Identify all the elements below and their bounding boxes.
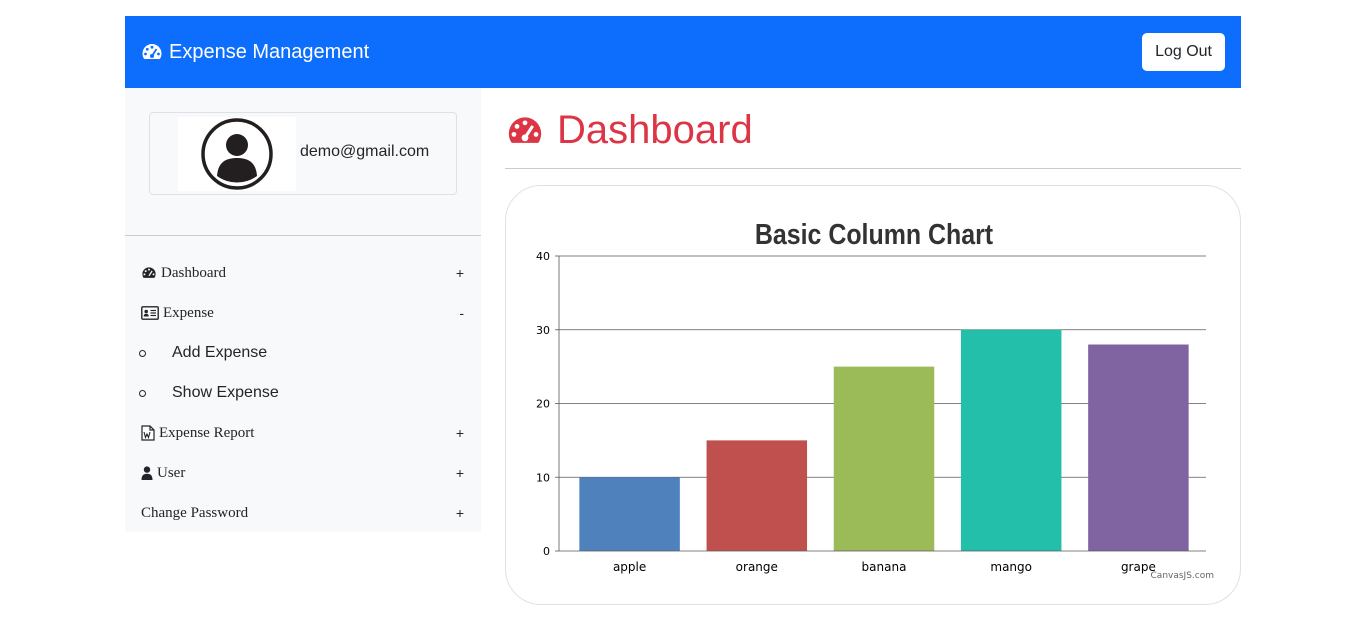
expand-toggle[interactable]: + [456,505,464,521]
user-icon [141,466,153,480]
submenu-item-label: Add Expense [172,344,268,361]
chart-credit[interactable]: CanvasJS.com [1151,571,1214,581]
sidebar: demo@gmail.com Dashboard + Expense - Add… [125,88,481,532]
page-title: Dashboard [557,108,753,152]
y-tick-label: 40 [536,250,550,263]
column-chart: Basic Column Chart 0 10 20 30 40 apple orange b… [536,218,1214,581]
profile-email: demo@gmail.com [300,143,430,160]
logout-button[interactable]: Log Out [1142,33,1225,71]
top-navbar: Expense Management Log Out [125,16,1241,88]
user-circle-icon [201,118,273,190]
sidebar-item-dashboard[interactable]: Dashboard + [125,253,481,293]
submenu-item-add-expense[interactable]: Add Expense [125,333,481,373]
sidebar-item-expense-report[interactable]: Expense Report + [125,413,481,453]
chart-title: Basic Column Chart [755,218,993,250]
x-tick-label: apple [613,560,646,574]
x-tick-label: banana [862,560,907,574]
bar-apple[interactable] [579,477,680,551]
brand-text: Expense Management [169,40,370,63]
expand-toggle[interactable]: + [456,465,464,481]
brand[interactable]: Expense Management [141,41,369,64]
sidebar-item-label: User [157,464,186,481]
sidebar-item-change-password[interactable]: Change Password + [125,493,481,533]
word-file-icon [141,425,155,441]
x-tick-label: mango [990,560,1032,574]
id-card-icon [141,306,159,320]
chart-card: Basic Column Chart 0 10 20 30 40 apple orange b… [505,185,1241,605]
bar-orange[interactable] [706,440,808,551]
sidebar-item-user[interactable]: User + [125,453,481,493]
dashboard-icon [508,116,542,143]
dashboard-icon [142,267,156,278]
submenu-item-show-expense[interactable]: Show Expense [125,373,481,413]
y-tick-label: 20 [536,398,550,411]
chart-bars [579,329,1189,552]
header-divider [505,168,1241,169]
sidebar-divider [125,235,481,236]
expand-toggle[interactable]: + [456,265,464,281]
expand-toggle[interactable]: + [456,425,464,441]
circle-bullet-icon [139,389,146,397]
avatar [178,117,296,191]
sidebar-item-label: Dashboard [161,264,226,281]
y-tick-label: 30 [536,324,550,337]
sidebar-menu: Dashboard + Expense - Add Expense Show E… [125,253,481,533]
sidebar-item-label: Change Password [141,504,249,521]
y-tick-label: 0 [543,545,550,558]
profile-card: demo@gmail.com [149,112,457,195]
submenu-item-label: Show Expense [172,384,279,401]
bar-banana[interactable] [833,366,935,551]
page-header: Dashboard [505,108,753,153]
bar-mango[interactable] [960,329,1062,551]
y-tick-label: 10 [536,471,550,484]
dashboard-icon [142,44,162,59]
collapse-toggle[interactable]: - [459,305,464,321]
circle-bullet-icon [139,349,146,357]
x-tick-label: orange [736,560,778,574]
sidebar-item-label: Expense Report [159,424,255,441]
sidebar-item-label: Expense [163,304,214,321]
sidebar-item-expense[interactable]: Expense - [125,293,481,333]
bar-grape[interactable] [1088,344,1189,552]
